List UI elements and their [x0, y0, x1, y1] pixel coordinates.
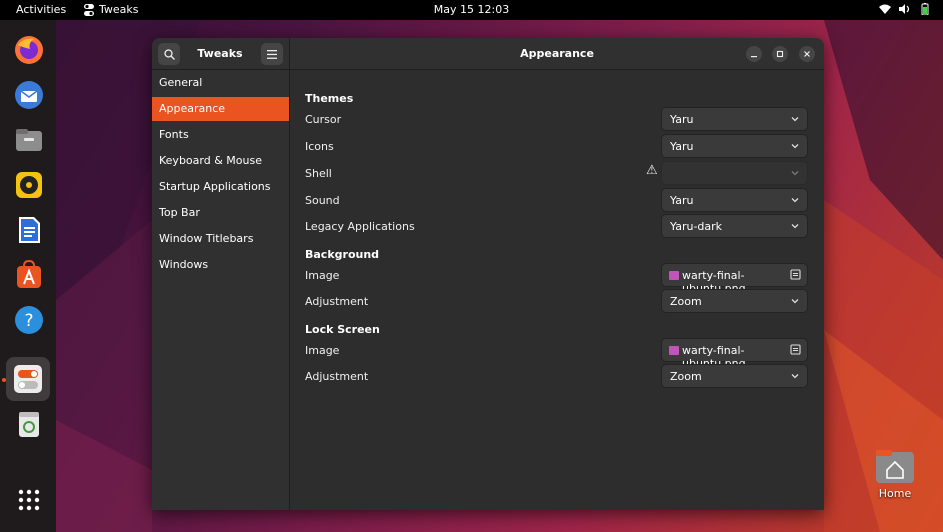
dock-item-firefox[interactable] — [12, 33, 46, 67]
image-file-icon — [669, 271, 679, 280]
shell-dropdown[interactable] — [661, 161, 808, 185]
dock-item-tweaks[interactable] — [6, 357, 50, 401]
icons-label: Icons — [305, 140, 334, 153]
background-adjustment-value: Zoom — [670, 295, 702, 308]
sidebar-title: Tweaks — [197, 47, 243, 60]
files-icon — [16, 129, 42, 151]
tweaks-window: Tweaks Appearance General Appearance Fon… — [152, 38, 824, 510]
volume-icon — [899, 4, 910, 14]
search-icon — [163, 48, 175, 60]
lock-screen-adjustment-dropdown[interactable]: Zoom — [661, 364, 808, 388]
hamburger-icon — [267, 49, 277, 59]
close-button[interactable] — [799, 46, 815, 62]
chevron-down-icon — [791, 171, 799, 176]
background-adjustment-label: Adjustment — [305, 295, 369, 308]
dock-item-writer[interactable] — [12, 213, 46, 247]
icons-dropdown[interactable]: Yaru — [661, 134, 808, 158]
battery-icon — [921, 3, 929, 15]
image-file-icon — [669, 346, 679, 355]
sidebar-item-keyboard-mouse[interactable]: Keyboard & Mouse — [152, 149, 289, 173]
sidebar-item-startup-applications[interactable]: Startup Applications — [152, 175, 289, 199]
lock-screen-adjustment-label: Adjustment — [305, 370, 369, 383]
close-icon — [804, 51, 810, 57]
appearance-panel: Themes Cursor Yaru Icons Yaru Shell ⚠ So… — [290, 70, 824, 510]
chevron-down-icon — [791, 374, 799, 379]
show-apps-button[interactable] — [12, 483, 46, 517]
running-indicator — [2, 378, 6, 382]
dock: ? — [0, 20, 56, 532]
software-icon — [17, 260, 41, 288]
legacy-applications-value: Yaru-dark — [670, 220, 723, 233]
sidebar-item-fonts[interactable]: Fonts — [152, 123, 289, 147]
desktop-home-label: Home — [878, 487, 912, 500]
warning-icon: ⚠ — [646, 163, 658, 178]
background-image-chooser[interactable]: warty-final-ubuntu.png — [661, 263, 808, 295]
trash-icon — [19, 412, 39, 437]
sidebar-item-windows[interactable]: Windows — [152, 253, 289, 277]
header-bar: Tweaks Appearance — [152, 38, 824, 70]
background-image-label: Image — [305, 269, 340, 282]
search-button[interactable] — [158, 43, 180, 65]
dock-item-help[interactable]: ? — [12, 303, 46, 337]
document-open-icon — [790, 344, 801, 355]
chevron-down-icon — [791, 224, 799, 229]
chevron-down-icon — [791, 117, 799, 122]
show-apps-icon — [18, 489, 40, 511]
lock-screen-image-chooser[interactable]: warty-final-ubuntu.png — [661, 338, 808, 370]
help-icon: ? — [15, 306, 43, 334]
system-tray[interactable] — [879, 3, 931, 15]
rhythmbox-icon — [16, 172, 42, 198]
clock[interactable]: May 15 12:03 — [0, 3, 943, 16]
dock-item-trash[interactable] — [12, 407, 46, 441]
document-open-icon — [790, 269, 801, 280]
background-adjustment-dropdown[interactable]: Zoom — [661, 289, 808, 313]
menu-button[interactable] — [261, 43, 283, 65]
maximize-button[interactable] — [772, 46, 788, 62]
header-bar-left: Tweaks — [152, 38, 290, 70]
lock-screen-image-label: Image — [305, 344, 340, 357]
writer-icon — [19, 217, 40, 243]
shell-label: Shell — [305, 167, 332, 180]
sound-dropdown[interactable]: Yaru — [661, 188, 808, 212]
thunderbird-icon — [15, 81, 43, 109]
lock-screen-adjustment-value: Zoom — [670, 370, 702, 383]
sidebar: General Appearance Fonts Keyboard & Mous… — [152, 70, 290, 510]
minimize-button[interactable] — [746, 46, 762, 62]
sidebar-item-top-bar[interactable]: Top Bar — [152, 201, 289, 225]
cursor-label: Cursor — [305, 113, 342, 126]
dock-item-files[interactable] — [12, 123, 46, 157]
section-title-background: Background — [305, 248, 380, 261]
dock-item-rhythmbox[interactable] — [12, 168, 46, 202]
sidebar-item-window-titlebars[interactable]: Window Titlebars — [152, 227, 289, 251]
window-title: Appearance — [520, 47, 594, 60]
sound-label: Sound — [305, 194, 340, 207]
chevron-down-icon — [791, 144, 799, 149]
tweaks-icon — [14, 365, 42, 393]
section-title-lock-screen: Lock Screen — [305, 323, 380, 336]
home-folder-icon — [876, 450, 914, 483]
cursor-value: Yaru — [670, 113, 694, 126]
legacy-applications-label: Legacy Applications — [305, 220, 415, 233]
dock-item-thunderbird[interactable] — [12, 78, 46, 112]
dock-item-software[interactable] — [12, 258, 46, 292]
cursor-dropdown[interactable]: Yaru — [661, 107, 808, 131]
top-bar: Activities Tweaks May 15 12:03 — [0, 0, 943, 20]
sidebar-item-appearance[interactable]: Appearance — [152, 97, 289, 121]
minimize-icon — [751, 56, 757, 58]
sidebar-item-general[interactable]: General — [152, 71, 289, 95]
section-title-themes: Themes — [305, 92, 354, 105]
chevron-down-icon — [791, 198, 799, 203]
firefox-icon — [15, 36, 43, 64]
svg-text:?: ? — [24, 311, 33, 331]
chevron-down-icon — [791, 299, 799, 304]
icons-value: Yaru — [670, 140, 694, 153]
maximize-icon — [776, 50, 784, 58]
wifi-icon — [879, 4, 891, 14]
legacy-applications-dropdown[interactable]: Yaru-dark — [661, 214, 808, 238]
desktop-home[interactable]: Home — [868, 448, 922, 500]
sound-value: Yaru — [670, 194, 694, 207]
